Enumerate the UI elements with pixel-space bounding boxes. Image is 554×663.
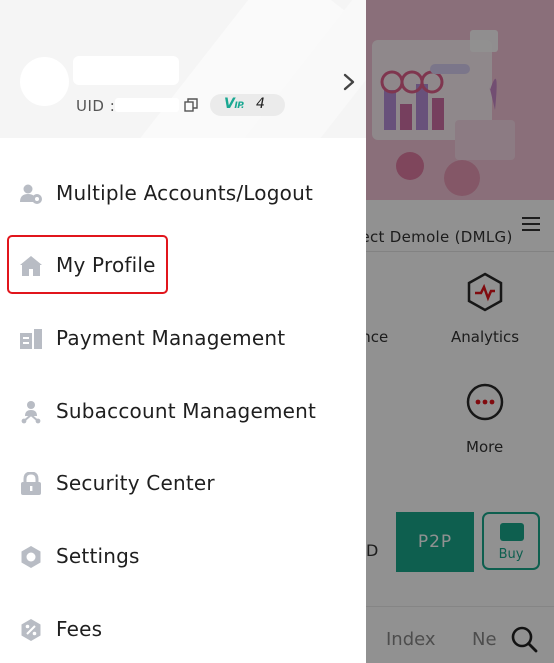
copy-icon[interactable]: [184, 98, 198, 112]
menu-label: Payment Management: [56, 326, 286, 350]
avatar[interactable]: [20, 57, 69, 106]
menu-item-security-center[interactable]: Security Center: [0, 455, 366, 511]
username-redacted: [73, 56, 179, 85]
side-drawer: UID : VIP. 4 Multiple Accounts/Logout My…: [0, 0, 366, 663]
vip-badge[interactable]: VIP. 4: [210, 94, 285, 116]
chevron-right-icon[interactable]: [342, 72, 356, 92]
menu-item-multiple-accounts[interactable]: Multiple Accounts/Logout: [0, 165, 366, 221]
menu-label: Multiple Accounts/Logout: [56, 181, 313, 205]
lock-icon: [21, 472, 41, 495]
payment-icon: [20, 329, 42, 349]
menu-item-payment-management[interactable]: Payment Management: [0, 310, 366, 366]
menu-item-fees[interactable]: Fees: [0, 601, 366, 657]
menu-label: Subaccount Management: [56, 399, 317, 423]
user-switch-icon: [20, 184, 42, 204]
vip-level: 4: [256, 96, 265, 112]
vip-mark: VIP.: [224, 96, 244, 112]
menu-label: Fees: [56, 617, 103, 641]
subaccount-icon: [21, 401, 41, 424]
menu-label: Security Center: [56, 471, 215, 495]
menu-label: Settings: [56, 544, 140, 568]
settings-gear-icon: [21, 546, 41, 568]
profile-header[interactable]: UID : VIP. 4: [0, 0, 366, 138]
highlight-annotation-box: [7, 235, 168, 294]
menu-item-settings[interactable]: Settings: [0, 528, 366, 584]
uid-value-redacted: [115, 98, 179, 112]
fees-percent-icon: [21, 619, 41, 641]
uid-label: UID :: [76, 97, 116, 115]
menu-item-subaccount-management[interactable]: Subaccount Management: [0, 383, 366, 439]
